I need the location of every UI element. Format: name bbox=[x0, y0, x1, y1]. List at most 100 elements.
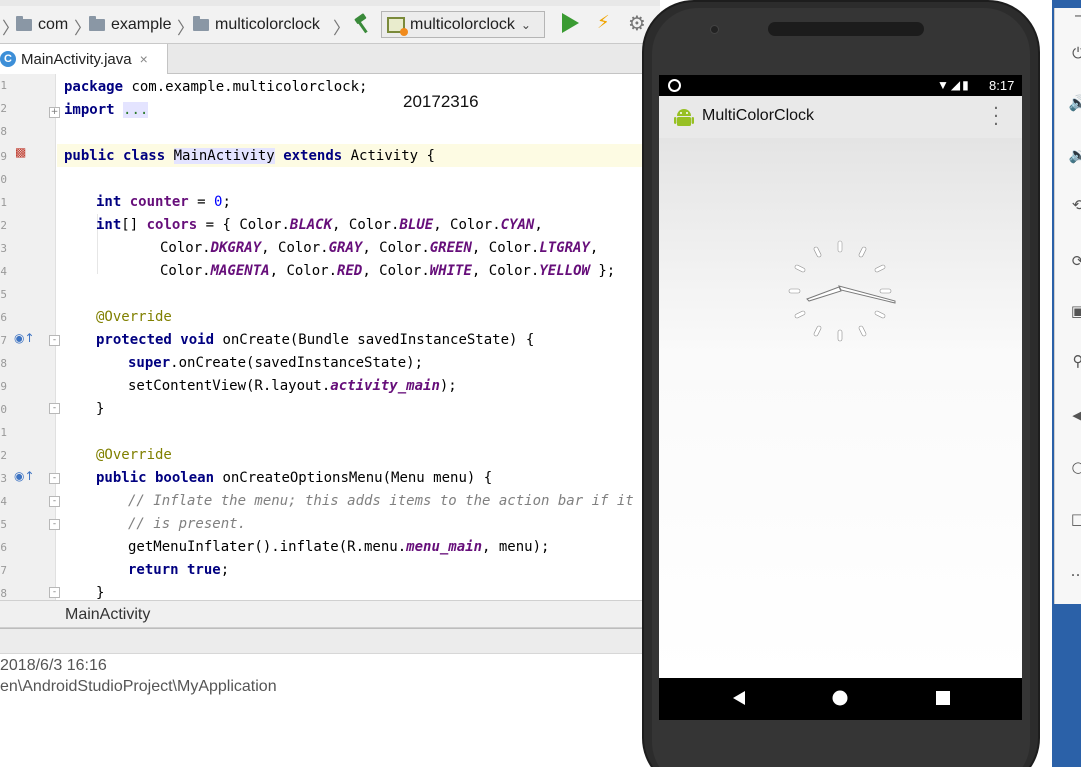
line-number: 4 bbox=[0, 265, 7, 278]
code-line[interactable]: Color.DKGRAY, Color.GRAY, Color.GREEN, C… bbox=[160, 237, 598, 260]
editor-gutter: 1 2 8 9 0 1 2 3 4 5 6 7 8 9 0 1 2 3 4 5 … bbox=[0, 74, 60, 600]
front-camera bbox=[710, 25, 719, 34]
code-line[interactable]: public boolean onCreateOptionsMenu(Menu … bbox=[96, 467, 492, 490]
notification-dot-icon bbox=[668, 79, 681, 92]
line-number: 8 bbox=[0, 587, 7, 600]
more-icon[interactable]: … bbox=[1068, 562, 1081, 580]
collapse-fold-icon[interactable]: - bbox=[49, 519, 60, 530]
clock-minute-hand bbox=[838, 285, 896, 304]
code-line[interactable]: } bbox=[96, 398, 104, 421]
minimize-icon[interactable]: – bbox=[1068, 6, 1081, 24]
tab-label: MainActivity.java bbox=[21, 50, 132, 68]
code-line[interactable]: // is present. bbox=[128, 513, 246, 536]
breadcrumb-multicolorclock[interactable]: multicolorclock bbox=[193, 14, 320, 36]
collapse-fold-icon[interactable]: - bbox=[49, 587, 60, 598]
system-navigation-bar bbox=[659, 678, 1022, 720]
code-line[interactable]: Color.MAGENTA, Color.RED, Color.WHITE, C… bbox=[160, 260, 615, 283]
tab-mainactivity-java[interactable]: C MainActivity.java × bbox=[0, 44, 168, 74]
zoom-icon[interactable]: ⚲ bbox=[1068, 352, 1081, 370]
volume-up-icon[interactable]: 🔊 bbox=[1068, 94, 1081, 112]
back-icon[interactable] bbox=[731, 689, 747, 707]
line-number: 2 bbox=[0, 219, 7, 232]
project-path-text: en\AndroidStudioProject\MyApplication bbox=[0, 678, 277, 695]
override-method-icon[interactable]: ◉↑ bbox=[14, 331, 35, 345]
code-line[interactable]: protected void onCreate(Bundle savedInst… bbox=[96, 329, 534, 352]
code-text: com.example.multicolorclock; bbox=[131, 79, 368, 95]
recents-icon[interactable] bbox=[935, 689, 951, 707]
code-line[interactable]: setContentView(R.layout.activity_main); bbox=[128, 375, 457, 398]
android-config-icon bbox=[387, 16, 408, 36]
chevron-down-icon: ⌄ bbox=[520, 17, 531, 32]
app-title: MultiColorClock bbox=[702, 107, 815, 124]
run-icon[interactable] bbox=[562, 13, 579, 33]
layout-link-icon[interactable]: ▩ bbox=[15, 145, 26, 159]
rotate-right-icon[interactable]: ⟳ bbox=[1068, 252, 1081, 270]
earpiece-speaker bbox=[768, 22, 924, 36]
back-side-icon[interactable]: ◀ bbox=[1068, 406, 1081, 424]
class-file-icon: C bbox=[0, 51, 16, 67]
lightning-icon[interactable]: ⚡ bbox=[597, 12, 610, 33]
android-robot-icon bbox=[674, 109, 694, 126]
overflow-menu-icon[interactable]: · · · bbox=[992, 100, 1000, 134]
collapse-fold-icon[interactable]: - bbox=[49, 403, 60, 414]
home-icon[interactable] bbox=[831, 689, 849, 707]
collapse-fold-icon[interactable]: - bbox=[49, 473, 60, 484]
code-line[interactable]: import ... bbox=[64, 99, 149, 122]
line-number: 2 bbox=[0, 449, 7, 462]
hammer-icon[interactable] bbox=[352, 13, 374, 35]
line-number: 0 bbox=[0, 173, 7, 186]
wifi-icon: ▼ bbox=[937, 78, 951, 92]
code-breadcrumb-bar[interactable]: MainActivity bbox=[0, 600, 660, 628]
timestamp-text: 2018/6/3 16:16 bbox=[0, 657, 107, 674]
code-line[interactable]: // Inflate the menu; this adds items to … bbox=[128, 490, 634, 513]
breadcrumb-example[interactable]: example bbox=[89, 14, 171, 36]
line-number: 7 bbox=[0, 334, 7, 347]
toolbar-strip bbox=[0, 0, 660, 6]
code-line[interactable]: @Override bbox=[96, 306, 172, 329]
gear-icon[interactable]: ⚙ bbox=[628, 11, 646, 35]
collapse-fold-icon[interactable]: - bbox=[49, 496, 60, 507]
line-number: 1 bbox=[0, 196, 7, 209]
run-configuration-dropdown[interactable]: multicolorclock ⌄ bbox=[381, 11, 545, 38]
home-side-icon[interactable]: ○ bbox=[1068, 458, 1081, 476]
emulator-screen[interactable]: ▼◢▮ 8:17 MultiColorClock · · · bbox=[659, 75, 1022, 720]
emulator-side-toolbar: – ⏻ 🔊 🔉 ⟲ ⟳ ▣ ⚲ ◀ ○ □ … bbox=[1052, 0, 1081, 767]
battery-icon: ▮ bbox=[962, 78, 971, 92]
code-line[interactable]: @Override bbox=[96, 444, 172, 467]
line-number: 6 bbox=[0, 311, 7, 324]
code-line[interactable]: public class MainActivity extends Activi… bbox=[64, 145, 435, 168]
overview-side-icon[interactable]: □ bbox=[1068, 510, 1081, 528]
status-time: 8:17 bbox=[989, 78, 1015, 93]
line-number: 1 bbox=[0, 426, 7, 439]
expand-fold-icon[interactable]: + bbox=[49, 107, 60, 118]
rotate-left-icon[interactable]: ⟲ bbox=[1068, 196, 1081, 214]
code-breadcrumb-label: MainActivity bbox=[65, 606, 151, 623]
camera-icon[interactable]: ▣ bbox=[1068, 302, 1081, 320]
code-line[interactable]: int counter = 0; bbox=[96, 191, 231, 214]
code-line[interactable]: int[] colors = { Color.BLACK, Color.BLUE… bbox=[96, 214, 543, 237]
close-icon[interactable]: × bbox=[140, 51, 148, 67]
breadcrumb-label: com bbox=[38, 16, 69, 33]
code-editor[interactable]: 1 2 8 9 0 1 2 3 4 5 6 7 8 9 0 1 2 3 4 5 … bbox=[0, 74, 660, 600]
line-number: 7 bbox=[0, 564, 7, 577]
code-line[interactable]: } bbox=[96, 582, 104, 600]
line-number: 9 bbox=[0, 150, 7, 163]
breadcrumb-separator: 〉 bbox=[177, 19, 194, 38]
folder-icon bbox=[16, 16, 32, 31]
line-number: 2 bbox=[0, 102, 7, 115]
breadcrumb-label: multicolorclock bbox=[215, 16, 320, 33]
folder-icon bbox=[89, 16, 105, 31]
volume-down-icon[interactable]: 🔉 bbox=[1068, 146, 1081, 164]
code-line[interactable]: super.onCreate(savedInstanceState); bbox=[128, 352, 423, 375]
override-method-icon[interactable]: ◉↑ bbox=[14, 469, 35, 483]
code-line[interactable]: getMenuInflater().inflate(R.menu.menu_ma… bbox=[128, 536, 549, 559]
code-line[interactable]: return true; bbox=[128, 559, 229, 582]
code-line[interactable]: package com.example.multicolorclock; bbox=[64, 76, 367, 99]
line-number: 5 bbox=[0, 288, 7, 301]
signal-icon: ◢ bbox=[950, 78, 963, 92]
bottom-panel: 2018/6/3 16:16 en\AndroidStudioProject\M… bbox=[0, 628, 660, 767]
line-number: 0 bbox=[0, 403, 7, 416]
power-icon[interactable]: ⏻ bbox=[1068, 44, 1081, 62]
breadcrumb-com[interactable]: com bbox=[16, 14, 68, 36]
collapse-fold-icon[interactable]: - bbox=[49, 335, 60, 346]
